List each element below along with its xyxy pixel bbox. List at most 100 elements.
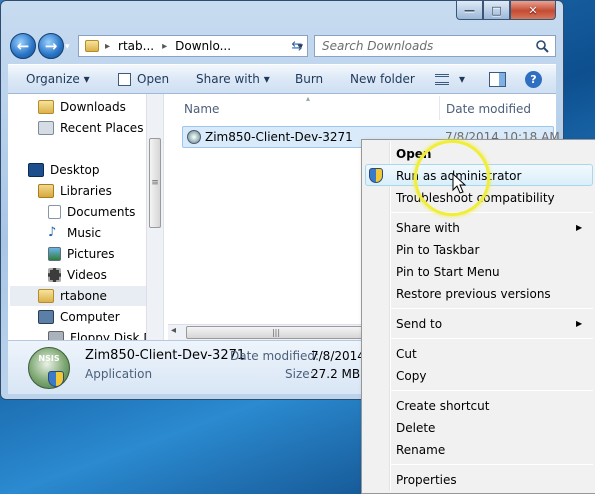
open-button[interactable]: Open (137, 72, 169, 86)
back-button[interactable]: ← (10, 33, 36, 59)
breadcrumb-separator: ▸ (105, 40, 111, 52)
folder-icon (85, 40, 99, 52)
command-bar: Organize ▾ Open Share with ▾ Burn New fo… (8, 64, 556, 94)
pictures-icon (48, 247, 61, 261)
menu-separator (391, 464, 593, 465)
column-header-name[interactable]: Name (184, 102, 219, 116)
nav-label: Pictures (67, 247, 115, 261)
submenu-arrow-icon: ▶ (576, 223, 583, 232)
computer-icon (38, 310, 54, 324)
application-icon (187, 130, 201, 144)
details-file-type: Application (85, 367, 153, 381)
menu-item-restore-previous-versions[interactable]: Restore previous versions (396, 287, 551, 301)
open-icon (118, 73, 131, 86)
nav-label: Libraries (60, 184, 112, 198)
breadcrumb-user[interactable]: rtab... (118, 39, 154, 53)
nav-item-downloads[interactable]: Downloads (38, 97, 126, 117)
uac-shield-icon (48, 371, 64, 387)
size-value: 27.2 MB (311, 367, 361, 381)
share-with-button[interactable]: Share with ▾ (196, 72, 270, 86)
maximize-button[interactable]: □ (483, 0, 510, 20)
nav-item-computer[interactable]: Computer (38, 307, 120, 327)
libraries-icon (38, 184, 54, 198)
nav-item-recent-places[interactable]: Recent Places (38, 118, 143, 138)
organize-button[interactable]: Organize ▾ (26, 72, 90, 86)
new-folder-button[interactable]: New folder (350, 72, 415, 86)
menu-separator (391, 390, 593, 391)
nav-label: Computer (60, 310, 120, 324)
maximize-icon: □ (491, 3, 502, 17)
nav-item-libraries[interactable]: Libraries (38, 181, 112, 201)
minimize-button[interactable]: — (456, 0, 483, 20)
nav-label: Videos (67, 268, 107, 282)
videos-icon (48, 268, 61, 282)
nav-item-music[interactable]: ♪ Music (48, 223, 101, 243)
menu-item-send-to[interactable]: Send to (396, 317, 442, 331)
nav-item-pictures[interactable]: Pictures (48, 244, 115, 264)
horizontal-scrollbar[interactable]: ◂ ||| (168, 324, 368, 340)
search-icon[interactable] (536, 40, 549, 53)
music-icon: ♪ (48, 225, 57, 240)
downloads-folder-icon (38, 100, 54, 114)
menu-item-properties[interactable]: Properties (396, 473, 457, 487)
forward-button[interactable]: → (38, 33, 64, 59)
column-divider (439, 96, 440, 120)
preview-pane-icon[interactable] (489, 72, 506, 87)
nav-label: Recent Places (60, 121, 144, 135)
search-placeholder: Search Downloads (322, 39, 434, 53)
close-button[interactable]: ✕ (510, 0, 556, 20)
details-file-name: Zim850-Client-Dev-3271 (85, 348, 246, 363)
breadcrumb-downloads[interactable]: Downlo... (175, 39, 231, 53)
menu-separator (391, 308, 593, 309)
date-modified-label: Date modified: (230, 349, 320, 363)
file-name: Zim850-Client-Dev-3271 (205, 130, 353, 144)
scroll-left-icon[interactable]: ◂ (171, 325, 176, 336)
menu-item-share-with[interactable]: Share with (396, 221, 460, 235)
date-modified-value: 7/8/2014 (311, 349, 365, 363)
size-label: Size: (285, 367, 314, 381)
scrollbar-thumb[interactable]: ≡ (149, 138, 161, 228)
view-dropdown[interactable]: ▾ (459, 72, 465, 86)
nav-item-desktop[interactable]: Desktop (28, 160, 100, 180)
back-arrow-icon: ← (16, 37, 30, 55)
nav-label: rtabone (60, 289, 107, 303)
address-bar[interactable]: ▸ rtab... ▸ Downlo... ▾ (78, 35, 308, 57)
menu-separator (391, 212, 593, 213)
breadcrumb-separator: ▸ (162, 40, 168, 52)
nav-item-documents[interactable]: Documents (48, 202, 135, 222)
mouse-cursor-icon (452, 173, 466, 194)
menu-item-pin-to-start-menu[interactable]: Pin to Start Menu (396, 265, 500, 279)
recent-pages-dropdown-icon[interactable]: ▾ (65, 42, 70, 52)
hscroll-thumb[interactable]: ||| (186, 326, 366, 339)
nav-label: Music (67, 226, 102, 240)
nav-label: Desktop (50, 163, 100, 177)
menu-separator (391, 338, 593, 339)
refresh-icon[interactable]: ⇆ (286, 35, 308, 57)
close-icon: ✕ (528, 3, 538, 17)
nav-label: Downloads (60, 100, 126, 114)
minimize-icon: — (464, 3, 475, 17)
nav-item-rtabone[interactable]: rtabone (10, 286, 148, 306)
nav-scrollbar[interactable]: ≡ (146, 94, 163, 340)
search-input[interactable]: Search Downloads (314, 35, 556, 57)
nav-item-videos[interactable]: Videos (48, 265, 107, 285)
column-header-date-modified[interactable]: Date modified (446, 102, 531, 116)
change-view-icon[interactable] (435, 74, 449, 85)
menu-item-rename[interactable]: Rename (396, 443, 445, 457)
menu-item-pin-to-taskbar[interactable]: Pin to Taskbar (396, 243, 479, 257)
sort-arrow-icon: ▴ (306, 94, 311, 103)
floppy-disk-icon (48, 331, 64, 340)
menu-item-copy[interactable]: Copy (396, 369, 426, 383)
burn-button[interactable]: Burn (295, 72, 323, 86)
menu-item-delete[interactable]: Delete (396, 421, 435, 435)
user-folder-icon (38, 289, 54, 303)
navigation-pane: Downloads Recent Places Desktop Librarie… (8, 94, 164, 340)
submenu-arrow-icon: ▶ (576, 319, 583, 328)
nav-label: Documents (67, 205, 136, 219)
menu-item-cut[interactable]: Cut (396, 347, 417, 361)
forward-arrow-icon: → (44, 37, 58, 55)
help-icon[interactable]: ? (525, 71, 542, 88)
recent-places-icon (38, 121, 54, 135)
menu-item-create-shortcut[interactable]: Create shortcut (396, 399, 489, 413)
uac-shield-icon (369, 168, 383, 183)
